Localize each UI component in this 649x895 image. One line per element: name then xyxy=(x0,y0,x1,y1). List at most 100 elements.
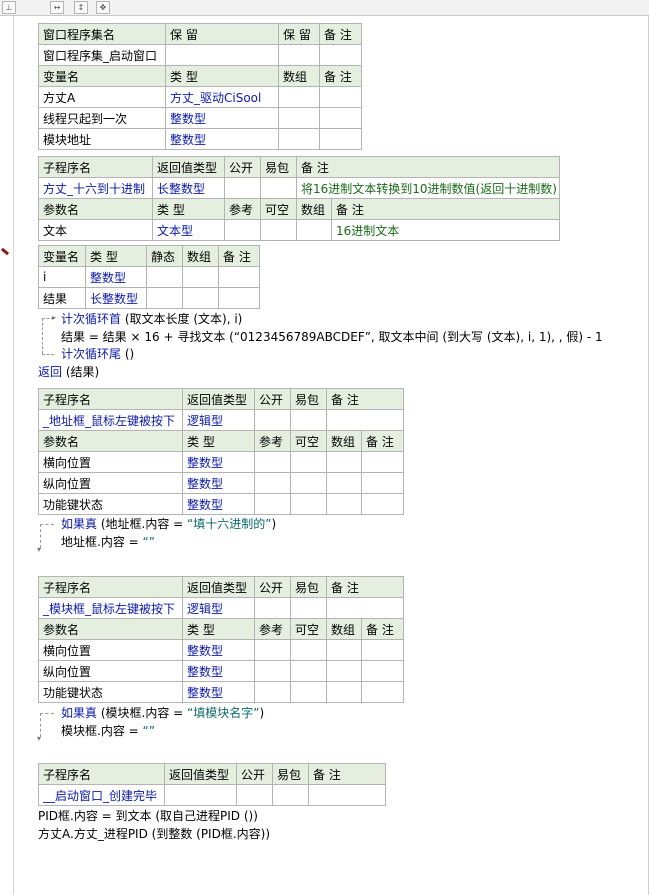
var-type[interactable]: 整数型 xyxy=(165,107,279,129)
cell[interactable] xyxy=(326,660,362,682)
cell[interactable] xyxy=(290,597,327,619)
cell[interactable] xyxy=(146,266,183,288)
var-type[interactable]: 方丈_驱动CiSool xyxy=(165,86,279,108)
return-type[interactable]: 长整数型 xyxy=(152,177,225,199)
cell[interactable] xyxy=(360,639,405,661)
cell[interactable] xyxy=(254,681,291,703)
param-type[interactable]: 整数型 xyxy=(182,472,255,494)
cell[interactable] xyxy=(254,472,291,494)
var-name[interactable]: 模块地址 xyxy=(38,128,166,150)
return-type[interactable] xyxy=(164,784,237,806)
cell[interactable] xyxy=(326,681,362,703)
cell[interactable] xyxy=(278,86,320,108)
code-line-if[interactable]: 如果真 (模块框.内容 = “填模块名字”) xyxy=(61,705,264,721)
param-name[interactable]: 纵向位置 xyxy=(38,660,183,682)
cell[interactable] xyxy=(260,177,297,199)
param-name[interactable]: 功能键状态 xyxy=(38,493,183,515)
param-name[interactable]: 文本 xyxy=(38,219,153,241)
param-type[interactable]: 整数型 xyxy=(182,681,255,703)
cell[interactable] xyxy=(254,639,291,661)
cell[interactable] xyxy=(290,660,327,682)
param-type[interactable]: 整数型 xyxy=(182,451,255,473)
local-name[interactable]: i xyxy=(38,266,86,288)
cell[interactable] xyxy=(290,493,327,515)
cell[interactable] xyxy=(360,472,405,494)
code-line-assign[interactable]: 模块框.内容 = “” xyxy=(61,723,155,739)
cell[interactable] xyxy=(272,784,309,806)
cell[interactable] xyxy=(360,660,405,682)
subroutine-name[interactable]: _模块框_鼠标左键被按下 xyxy=(38,597,183,619)
param-name[interactable]: 横向位置 xyxy=(38,639,183,661)
param-remark[interactable]: 16进制文本 xyxy=(330,219,561,241)
cell[interactable] xyxy=(254,493,291,515)
cell[interactable] xyxy=(319,86,362,108)
cell[interactable] xyxy=(360,493,405,515)
cell[interactable] xyxy=(290,451,327,473)
cell[interactable] xyxy=(278,44,320,66)
cell[interactable] xyxy=(290,409,327,431)
remark[interactable] xyxy=(325,597,405,619)
cell[interactable] xyxy=(254,409,291,431)
cell[interactable] xyxy=(182,266,219,288)
param-type[interactable]: 整数型 xyxy=(182,493,255,515)
var-name[interactable]: 线程只起到一次 xyxy=(38,107,166,129)
cell[interactable] xyxy=(278,128,320,150)
cell[interactable] xyxy=(296,219,332,241)
cell[interactable] xyxy=(218,287,260,309)
cell[interactable] xyxy=(278,107,320,129)
subroutine-name[interactable]: _地址框_鼠标左键被按下 xyxy=(38,409,183,431)
local-type[interactable]: 长整数型 xyxy=(85,287,147,309)
cell[interactable] xyxy=(290,472,327,494)
cell[interactable] xyxy=(326,493,362,515)
cell[interactable] xyxy=(146,287,183,309)
param-type[interactable]: 整数型 xyxy=(182,660,255,682)
code-line-call[interactable]: 方丈A.方丈_进程PID (到整数 (PID框.内容)) xyxy=(38,826,270,842)
cell[interactable] xyxy=(319,44,362,66)
var-type[interactable]: 整数型 xyxy=(165,128,279,150)
param-type[interactable]: 整数型 xyxy=(182,639,255,661)
move-icon[interactable]: ✥ xyxy=(96,1,110,14)
cell[interactable] xyxy=(165,44,279,66)
code-line-assign[interactable]: 地址框.内容 = “” xyxy=(61,534,155,550)
cell[interactable] xyxy=(182,287,219,309)
cell[interactable] xyxy=(260,219,297,241)
cell[interactable] xyxy=(290,681,327,703)
cell[interactable] xyxy=(254,451,291,473)
code-line-pid[interactable]: PID框.内容 = 到文本 (取自己进程PID ()) xyxy=(38,808,258,824)
cell[interactable] xyxy=(360,451,405,473)
cell[interactable] xyxy=(254,660,291,682)
remark[interactable]: 将16进制文本转换到10进制数值(返回十进制数) xyxy=(295,177,561,199)
code-line-return[interactable]: 返回 (结果) xyxy=(38,364,99,380)
cell[interactable] xyxy=(290,639,327,661)
cell[interactable] xyxy=(236,784,273,806)
cell[interactable] xyxy=(326,472,362,494)
param-type[interactable]: 文本型 xyxy=(152,219,225,241)
return-type[interactable]: 逻辑型 xyxy=(182,409,255,431)
horizontal-resize-icon[interactable]: ↔ xyxy=(50,1,64,14)
cell[interactable] xyxy=(224,219,261,241)
param-name[interactable]: 功能键状态 xyxy=(38,681,183,703)
cell[interactable] xyxy=(326,639,362,661)
code-line-loop-start[interactable]: 计次循环首 (取文本长度 (文本), i) xyxy=(61,311,242,327)
code-line-loop-end[interactable]: 计次循环尾 () xyxy=(61,346,134,362)
cell[interactable] xyxy=(360,681,405,703)
assembly-name[interactable]: 窗口程序集_启动窗口 xyxy=(38,44,166,66)
var-name[interactable]: 方丈A xyxy=(38,86,166,108)
remark[interactable] xyxy=(308,784,386,806)
cell[interactable] xyxy=(254,597,291,619)
cell[interactable] xyxy=(224,177,261,199)
param-name[interactable]: 纵向位置 xyxy=(38,472,183,494)
param-name[interactable]: 横向位置 xyxy=(38,451,183,473)
code-line-assign[interactable]: 结果 = 结果 × 16 + 寻找文本 (“0123456789ABCDEF”,… xyxy=(61,329,603,345)
cell[interactable] xyxy=(326,451,362,473)
align-icon[interactable]: ⊥ xyxy=(2,1,16,14)
cell[interactable] xyxy=(319,107,362,129)
local-name[interactable]: 结果 xyxy=(38,287,86,309)
cell[interactable] xyxy=(319,128,362,150)
cell[interactable] xyxy=(218,266,260,288)
code-line-if[interactable]: 如果真 (地址框.内容 = “填十六进制的”) xyxy=(61,516,276,532)
remark[interactable] xyxy=(325,409,405,431)
return-type[interactable]: 逻辑型 xyxy=(182,597,255,619)
subroutine-name[interactable]: __启动窗口_创建完毕 xyxy=(38,784,165,806)
local-type[interactable]: 整数型 xyxy=(85,266,147,288)
